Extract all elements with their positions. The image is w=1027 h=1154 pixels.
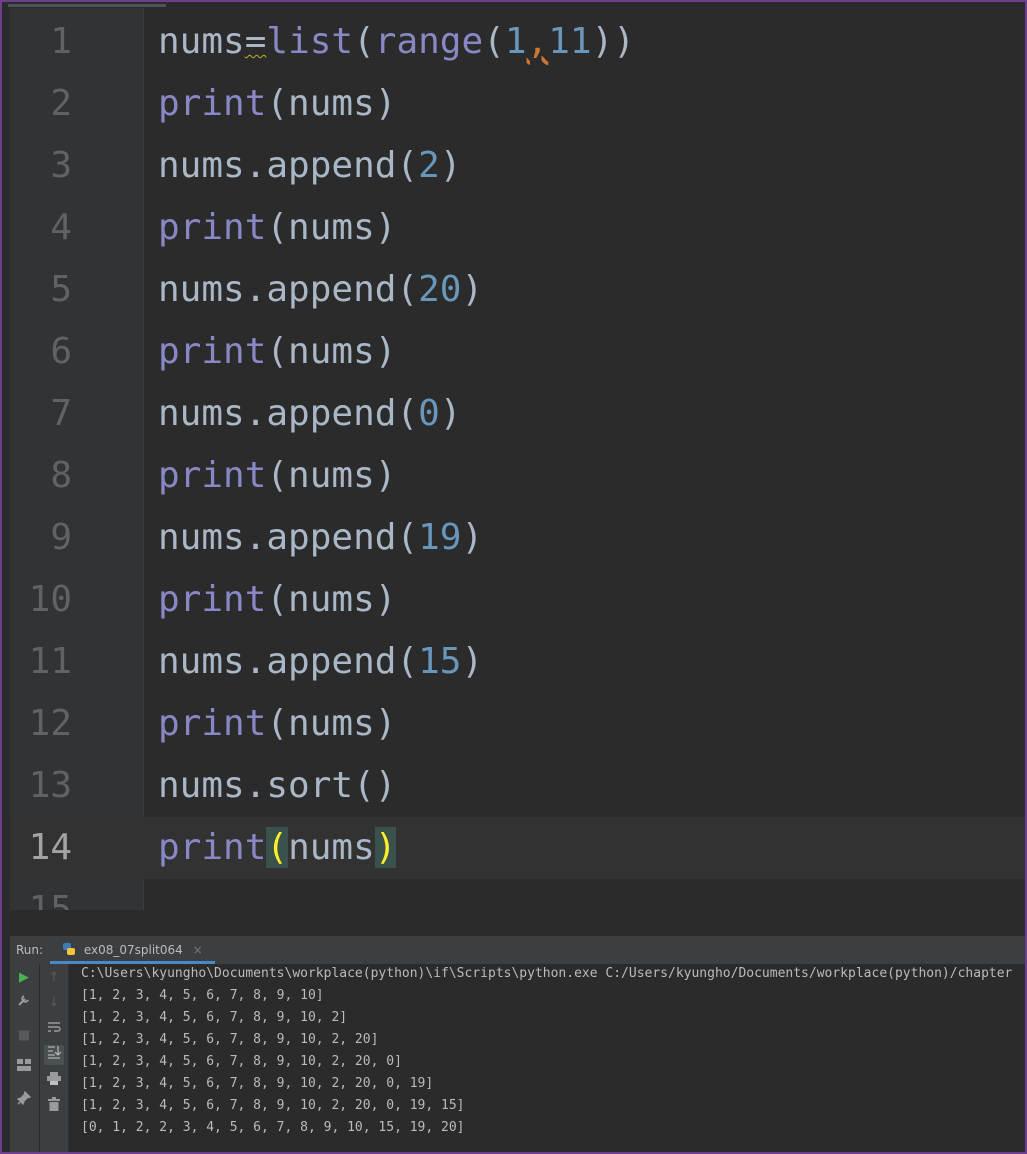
code-text[interactable]: nums.append(20)	[158, 259, 483, 321]
wrench-icon[interactable]	[14, 993, 34, 1013]
line-number: 12	[28, 703, 72, 744]
console-line: [1, 2, 3, 4, 5, 6, 7, 8, 9, 10, 2, 20, 0…	[81, 1098, 465, 1113]
line-number: 15	[28, 889, 72, 910]
print-icon[interactable]	[44, 1072, 64, 1092]
code-editor[interactable]: 1 nums=list(range(1,11)) 2 print(nums) 3 nums…	[10, 8, 1025, 910]
editor-line[interactable]: 10 print(nums)	[10, 569, 1025, 631]
console-line: [1, 2, 3, 4, 5, 6, 7, 8, 9, 10, 2, 20]	[81, 1032, 379, 1047]
code-text[interactable]: print(nums)	[158, 197, 396, 259]
editor-line[interactable]: 13 nums.sort()	[10, 755, 1025, 817]
code-text[interactable]: print(nums)	[158, 445, 396, 507]
line-number: 5	[50, 269, 72, 310]
line-number: 10	[28, 579, 72, 620]
code-text[interactable]: print(nums)	[158, 569, 396, 631]
console-line: [1, 2, 3, 4, 5, 6, 7, 8, 9, 10, 2, 20, 0…	[81, 1076, 434, 1091]
editor-line[interactable]: 11 nums.append(15)	[10, 631, 1025, 693]
editor-line[interactable]: 8 print(nums)	[10, 445, 1025, 507]
run-console-output[interactable]: C:\Users\kyungho\Documents\workplace(pyt…	[69, 964, 1025, 1152]
line-number: 9	[50, 517, 72, 558]
line-number: 1	[50, 21, 72, 62]
console-line: [1, 2, 3, 4, 5, 6, 7, 8, 9, 10, 2, 20, 0…	[81, 1054, 402, 1069]
line-number: 6	[50, 331, 72, 372]
code-text[interactable]: print(nums)	[158, 73, 396, 135]
line-number: 2	[50, 83, 72, 124]
code-text[interactable]: nums=list(range(1,11))	[158, 11, 635, 73]
code-text[interactable]: nums.sort()	[158, 755, 396, 817]
editor-line[interactable]: 6 print(nums)	[10, 321, 1025, 383]
ide-window: 1 nums=list(range(1,11)) 2 print(nums) 3 nums…	[0, 0, 1027, 1154]
editor-line[interactable]: 12 print(nums)	[10, 693, 1025, 755]
editor-line[interactable]: 14 print(nums)	[10, 817, 1025, 879]
editor-line[interactable]: 15	[10, 879, 1025, 910]
code-text[interactable]: nums.append(15)	[158, 631, 483, 693]
editor-line[interactable]: 3 nums.append(2)	[10, 135, 1025, 197]
line-number: 13	[28, 765, 72, 806]
line-number: 7	[50, 393, 72, 434]
up-arrow-icon[interactable]: ↑	[44, 968, 64, 988]
run-label: Run:	[16, 943, 44, 957]
code-text[interactable]: print(nums)	[158, 321, 396, 383]
console-line: [0, 1, 2, 2, 3, 4, 5, 6, 7, 8, 9, 10, 15…	[81, 1120, 465, 1135]
layout-icon[interactable]	[14, 1058, 34, 1078]
code-text[interactable]: nums.append(0)	[158, 383, 461, 445]
run-config-tab[interactable]: ex08_07split064 ×	[50, 936, 215, 964]
console-line: [1, 2, 3, 4, 5, 6, 7, 8, 9, 10]	[81, 988, 324, 1003]
code-text[interactable]: nums.append(2)	[158, 135, 461, 197]
run-toolbar: ▶ ■ ↑ ↓	[10, 964, 69, 1152]
line-number: 11	[28, 641, 72, 682]
editor-line[interactable]: 4 print(nums)	[10, 197, 1025, 259]
editor-line[interactable]: 9 nums.append(19)	[10, 507, 1025, 569]
run-tab-label: ex08_07split064	[83, 943, 183, 957]
code-text[interactable]: print(nums)	[158, 817, 397, 879]
python-icon	[63, 943, 75, 955]
soft-wrap-icon[interactable]	[44, 1020, 64, 1040]
console-line: [1, 2, 3, 4, 5, 6, 7, 8, 9, 10, 2]	[81, 1010, 348, 1025]
close-tab-icon[interactable]: ×	[193, 943, 203, 957]
line-number: 8	[50, 455, 72, 496]
code-text[interactable]: print(nums)	[158, 693, 396, 755]
stop-icon[interactable]: ■	[14, 1026, 34, 1046]
down-arrow-icon[interactable]: ↓	[44, 993, 64, 1013]
pin-icon[interactable]	[14, 1090, 34, 1111]
editor-line[interactable]: 5 nums.append(20)	[10, 259, 1025, 321]
editor-line[interactable]: 7 nums.append(0)	[10, 383, 1025, 445]
scroll-to-end-icon[interactable]	[44, 1045, 64, 1065]
console-line: C:\Users\kyungho\Documents\workplace(pyt…	[81, 966, 1013, 981]
trash-icon[interactable]	[44, 1097, 64, 1117]
code-text[interactable]: nums.append(19)	[158, 507, 483, 569]
line-number: 3	[50, 145, 72, 186]
editor-line[interactable]: 1 nums=list(range(1,11))	[10, 11, 1025, 73]
run-panel-header: Run: ex08_07split064 ×	[10, 936, 1025, 964]
line-number: 4	[50, 207, 72, 248]
line-number: 14	[28, 827, 72, 868]
rerun-icon[interactable]: ▶	[14, 968, 34, 988]
editor-tab-indicator	[8, 4, 166, 7]
editor-line[interactable]: 2 print(nums)	[10, 73, 1025, 135]
